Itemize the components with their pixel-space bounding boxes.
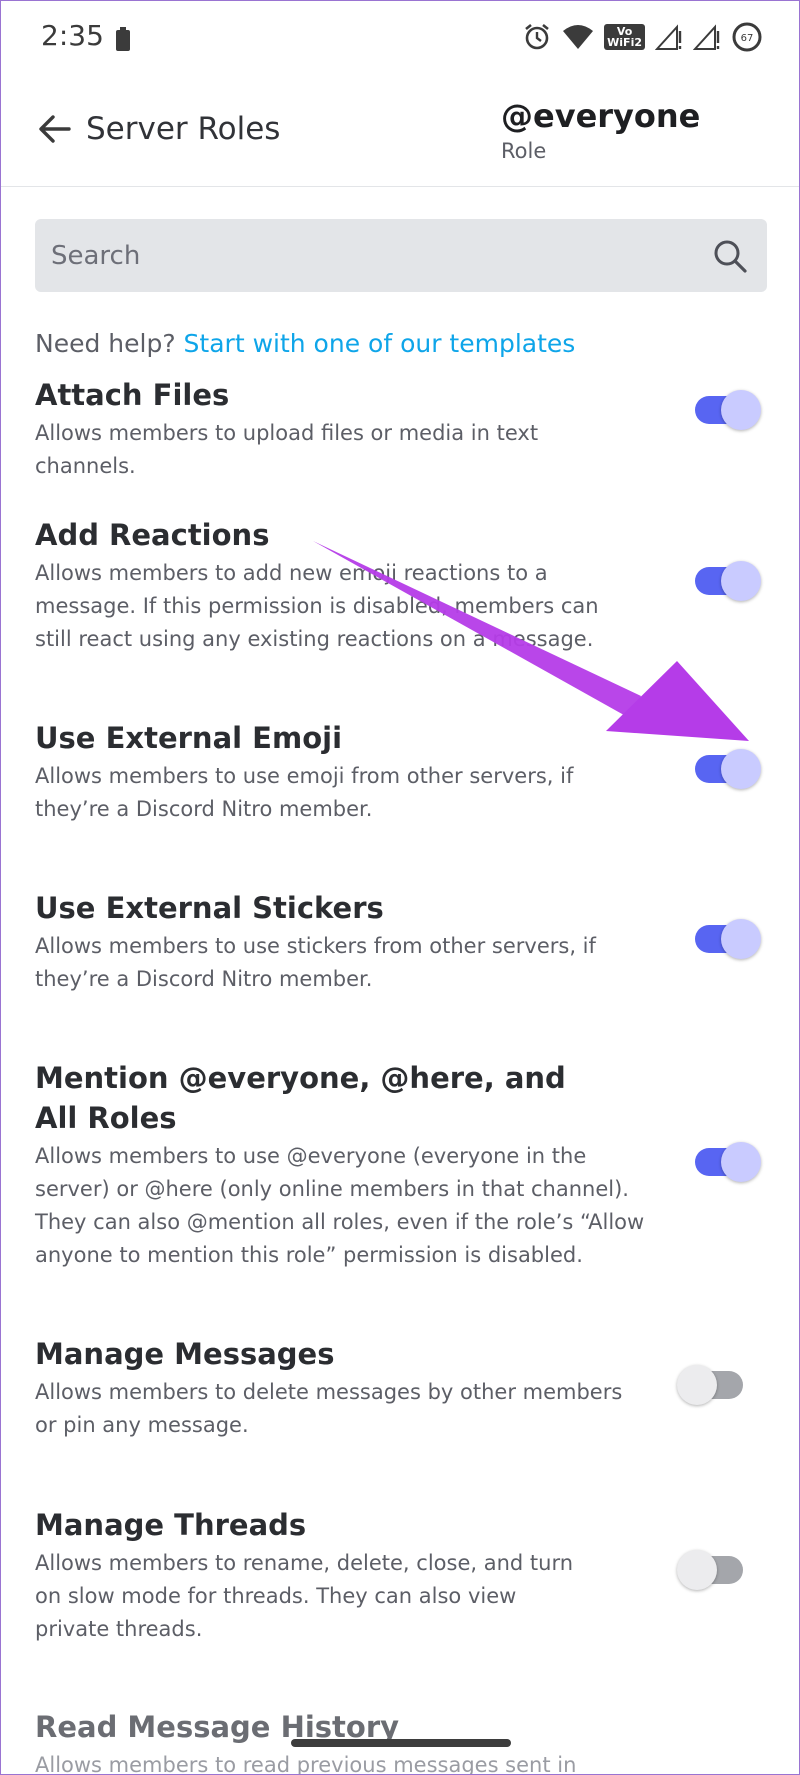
status-icons: Vo WiFi2 67 bbox=[522, 19, 763, 55]
permission-title: Manage Threads bbox=[35, 1508, 307, 1542]
search-bar bbox=[35, 219, 767, 292]
role-name: @everyone bbox=[501, 97, 701, 135]
app-header: Server Roles @everyone Role bbox=[1, 77, 799, 187]
toggle-knob bbox=[721, 749, 761, 789]
search-icon[interactable] bbox=[711, 237, 749, 275]
signal-icon bbox=[655, 24, 682, 50]
use-external-emoji-toggle[interactable] bbox=[695, 749, 761, 789]
back-arrow-icon[interactable] bbox=[35, 109, 75, 149]
signal-icon-2 bbox=[693, 24, 720, 50]
permission-description: Allows members to use stickers from othe… bbox=[35, 934, 596, 991]
permission-description: Allows members to use emoji from other s… bbox=[35, 764, 574, 821]
status-bar: 2:35 Vo WiFi2 67 bbox=[1, 1, 799, 77]
permission-item: Mention @everyone, @here, and All Roles … bbox=[35, 1058, 767, 1272]
permission-description: Allows members to use @everyone (everyon… bbox=[35, 1144, 645, 1267]
wifi-icon bbox=[563, 25, 594, 49]
use-external-stickers-toggle[interactable] bbox=[695, 919, 761, 959]
permission-title: Manage Messages bbox=[35, 1337, 335, 1371]
toggle-knob bbox=[721, 919, 761, 959]
permission-description: Allows members to upload files or media … bbox=[35, 421, 539, 478]
permission-title: Add Reactions bbox=[35, 518, 270, 552]
permission-item: Use External Emoji Allows members to use… bbox=[35, 718, 767, 826]
templates-link[interactable]: Start with one of our templates bbox=[184, 329, 576, 358]
permission-item: Attach Files Allows members to upload fi… bbox=[35, 375, 767, 483]
toggle-knob bbox=[677, 1550, 717, 1590]
app-frame: 2:35 Vo WiFi2 67 Server Roles @everyone … bbox=[0, 0, 800, 1775]
page-title: Server Roles bbox=[86, 111, 281, 147]
role-block: @everyone Role bbox=[501, 97, 700, 163]
permission-title: Attach Files bbox=[35, 378, 230, 412]
permission-description: Allows members to add new emoji reaction… bbox=[35, 561, 599, 651]
alarm-icon bbox=[525, 23, 549, 50]
toggle-knob bbox=[677, 1365, 717, 1405]
permission-description: Allows members to read previous messages… bbox=[35, 1753, 577, 1775]
battery-level-icon: 67 bbox=[732, 22, 762, 52]
mention-everyone-toggle[interactable] bbox=[695, 1142, 761, 1182]
svg-text:67: 67 bbox=[741, 33, 754, 44]
permission-item: Use External Stickers Allows members to … bbox=[35, 888, 767, 996]
status-time: 2:35 bbox=[41, 19, 104, 52]
manage-threads-toggle[interactable] bbox=[677, 1550, 747, 1590]
permission-description: Allows members to delete messages by oth… bbox=[35, 1380, 623, 1437]
search-input[interactable] bbox=[51, 219, 691, 292]
battery-icon bbox=[116, 27, 130, 51]
help-prefix: Need help? bbox=[35, 329, 176, 358]
manage-messages-toggle[interactable] bbox=[677, 1365, 747, 1405]
attach-files-toggle[interactable] bbox=[695, 390, 761, 430]
add-reactions-toggle[interactable] bbox=[695, 561, 761, 601]
toggle-knob bbox=[721, 390, 761, 430]
home-indicator[interactable] bbox=[291, 1739, 511, 1747]
permission-description: Allows members to rename, delete, close,… bbox=[35, 1551, 574, 1641]
permission-title: Use External Emoji bbox=[35, 721, 343, 755]
role-subtitle: Role bbox=[501, 139, 547, 163]
toggle-knob bbox=[721, 561, 761, 601]
help-text: Need help? Start with one of our templat… bbox=[35, 329, 575, 358]
permission-item: Manage Threads Allows members to rename,… bbox=[35, 1505, 767, 1646]
permission-title: Mention @everyone, @here, and All Roles bbox=[35, 1061, 566, 1135]
permission-item: Manage Messages Allows members to delete… bbox=[35, 1334, 767, 1442]
permission-item: Add Reactions Allows members to add new … bbox=[35, 515, 767, 656]
permission-title: Use External Stickers bbox=[35, 891, 384, 925]
toggle-knob bbox=[721, 1142, 761, 1182]
vowifi-badge: Vo WiFi2 bbox=[604, 24, 645, 50]
